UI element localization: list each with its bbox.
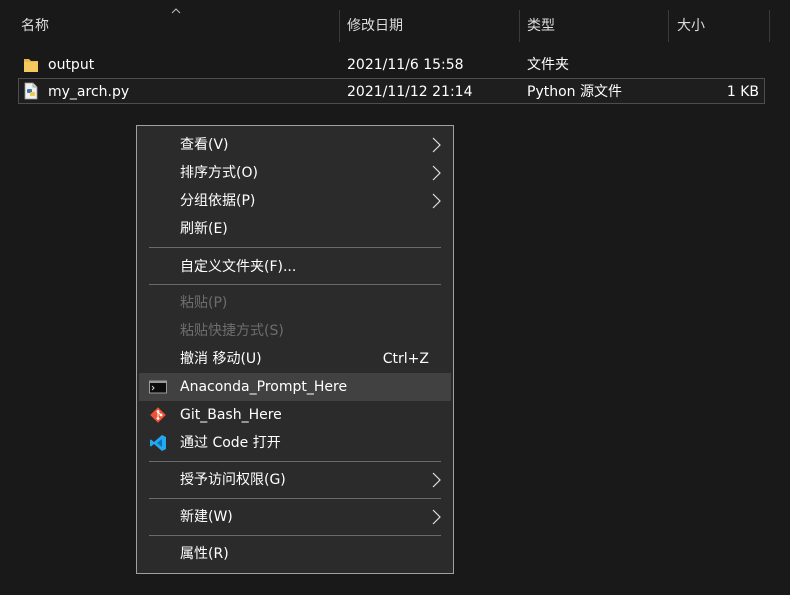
column-divider[interactable]	[668, 10, 669, 42]
column-divider[interactable]	[519, 10, 520, 42]
column-header-name[interactable]: 名称	[21, 0, 49, 44]
python-file-icon	[24, 82, 38, 100]
column-header-modified[interactable]: 修改日期	[347, 0, 403, 44]
file-name: output	[48, 57, 95, 73]
context-menu: 查看(V) 排序方式(O) 分组依据(P) 刷新(E) 自定义文件夹(F)...…	[136, 125, 454, 574]
column-header-bar: 名称 修改日期 类型 大小	[0, 0, 790, 44]
sort-ascending-icon	[171, 8, 181, 14]
menu-separator	[149, 284, 441, 285]
column-header-type[interactable]: 类型	[527, 0, 555, 44]
file-row-my-arch[interactable]: my_arch.py 2021/11/12 21:14 Python 源文件 1…	[18, 78, 765, 104]
menu-separator	[149, 247, 441, 248]
chevron-right-icon	[432, 193, 441, 209]
menu-item-anaconda-prompt[interactable]: Anaconda_Prompt_Here	[139, 373, 451, 401]
file-size: 1 KB	[726, 84, 759, 100]
file-modified: 2021/11/12 21:14	[347, 84, 473, 100]
menu-item-open-with-code[interactable]: 通过 Code 打开	[139, 429, 451, 457]
menu-separator	[149, 461, 441, 462]
menu-item-label: 自定义文件夹(F)...	[180, 259, 297, 275]
menu-item-label: 授予访问权限(G)	[180, 472, 286, 488]
chevron-right-icon	[432, 472, 441, 488]
menu-item-sort-by[interactable]: 排序方式(O)	[139, 159, 451, 187]
menu-item-label: 通过 Code 打开	[180, 435, 281, 451]
menu-item-label: 查看(V)	[180, 137, 229, 153]
menu-item-paste-shortcut: 粘贴快捷方式(S)	[139, 317, 451, 345]
menu-item-view[interactable]: 查看(V)	[139, 131, 451, 159]
chevron-right-icon	[432, 137, 441, 153]
menu-item-refresh[interactable]: 刷新(E)	[139, 215, 451, 243]
menu-item-label: 刷新(E)	[180, 221, 228, 237]
file-row-output[interactable]: output 2021/11/6 15:58 文件夹	[18, 52, 765, 78]
git-icon	[150, 407, 166, 423]
menu-item-label: Git_Bash_Here	[180, 407, 282, 423]
column-header-size[interactable]: 大小	[677, 0, 705, 44]
menu-item-label: 分组依据(P)	[180, 193, 256, 209]
file-type: 文件夹	[527, 57, 569, 73]
menu-item-new[interactable]: 新建(W)	[139, 503, 451, 531]
column-divider[interactable]	[339, 10, 340, 42]
menu-item-git-bash[interactable]: Git_Bash_Here	[139, 401, 451, 429]
menu-item-label: 属性(R)	[180, 546, 229, 562]
menu-item-grant-access[interactable]: 授予访问权限(G)	[139, 466, 451, 494]
file-modified: 2021/11/6 15:58	[347, 57, 464, 73]
menu-item-group-by[interactable]: 分组依据(P)	[139, 187, 451, 215]
menu-separator	[149, 535, 441, 536]
menu-item-label: 粘贴(P)	[180, 295, 228, 311]
menu-item-label: 粘贴快捷方式(S)	[180, 323, 284, 339]
menu-item-label: 新建(W)	[180, 509, 233, 525]
chevron-right-icon	[432, 165, 441, 181]
menu-item-customize-folder[interactable]: 自定义文件夹(F)...	[139, 253, 451, 281]
menu-separator	[149, 498, 441, 499]
menu-item-shortcut: Ctrl+Z	[382, 351, 429, 367]
folder-icon	[24, 59, 38, 72]
menu-item-label: 撤消 移动(U)	[180, 351, 262, 367]
file-name: my_arch.py	[48, 84, 130, 100]
menu-item-undo-move[interactable]: 撤消 移动(U) Ctrl+Z	[139, 345, 451, 373]
column-divider[interactable]	[769, 10, 770, 42]
vscode-icon	[150, 435, 166, 451]
menu-item-properties[interactable]: 属性(R)	[139, 540, 451, 568]
menu-item-label: 排序方式(O)	[180, 165, 258, 181]
menu-item-label: Anaconda_Prompt_Here	[180, 379, 348, 395]
terminal-icon	[149, 380, 167, 394]
menu-item-paste: 粘贴(P)	[139, 289, 451, 317]
chevron-right-icon	[432, 509, 441, 525]
file-type: Python 源文件	[527, 84, 622, 100]
